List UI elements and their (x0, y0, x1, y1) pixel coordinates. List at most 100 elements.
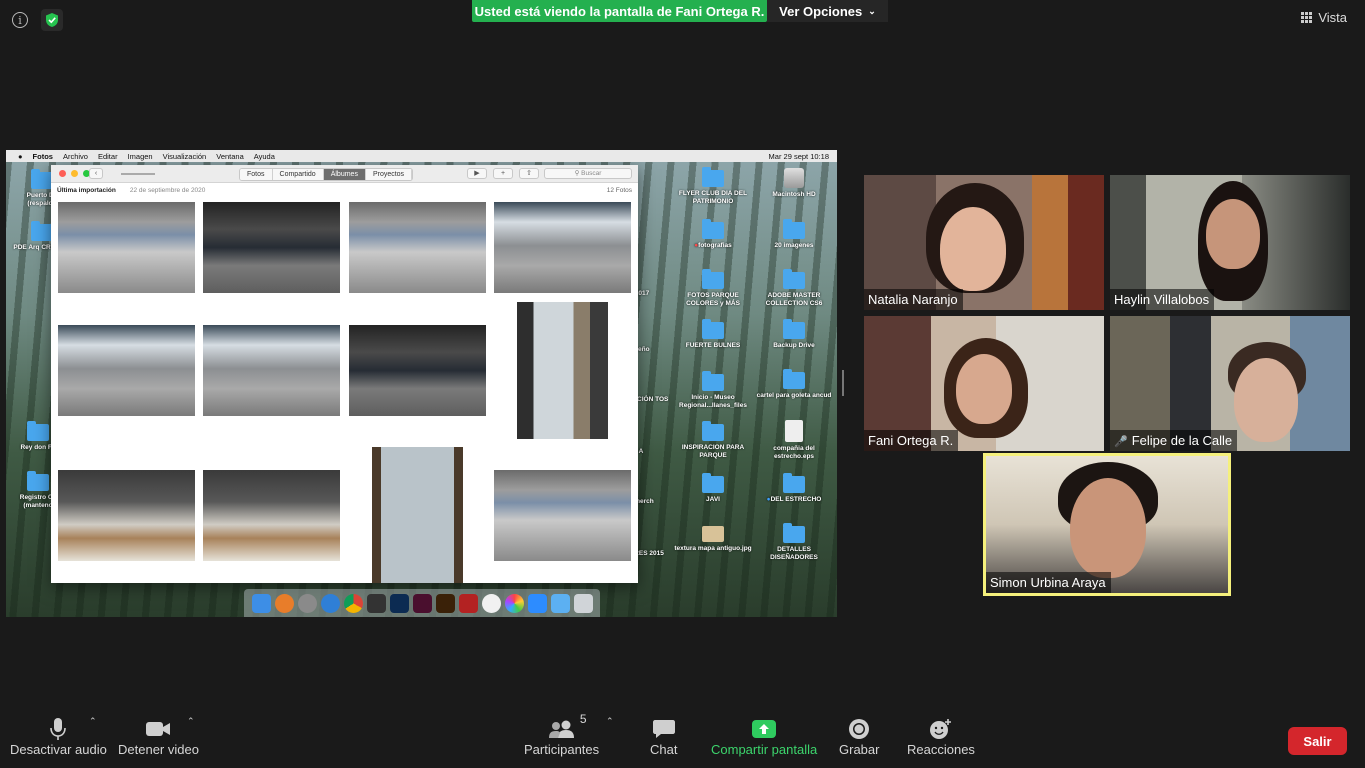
desktop-folder: FUERTE BULNES (673, 319, 753, 350)
participant-name: Simon Urbina Araya (986, 572, 1111, 593)
back-icon[interactable]: ‹ (89, 168, 103, 179)
finder-icon[interactable] (251, 593, 271, 613)
menubar-item: Ventana (216, 151, 244, 161)
photoshop-icon[interactable] (389, 593, 409, 613)
audio-options-caret[interactable]: ⌃ (89, 716, 97, 727)
desktop-folder: cartel para goleta ancud (754, 369, 834, 400)
chrome-icon[interactable] (343, 593, 363, 613)
photo-thumbnail[interactable] (58, 202, 195, 293)
desktop-drive: Macintosh HD (754, 168, 834, 199)
smiley-plus-icon (929, 716, 953, 742)
tab-proyectos[interactable]: Proyectos (365, 169, 413, 180)
view-layout-button[interactable]: Vista (1301, 10, 1347, 25)
leave-meeting-button[interactable]: Salir (1288, 727, 1347, 755)
safari-icon[interactable] (320, 593, 340, 613)
view-options-button[interactable]: Ver Opciones ⌄ (767, 0, 888, 22)
encryption-shield-icon[interactable] (41, 9, 63, 31)
photo-thumbnail[interactable] (517, 302, 608, 439)
photos-search-input[interactable]: ⚲ Buscar (544, 168, 632, 179)
participants-label: Participantes (524, 742, 600, 757)
tab-compartido[interactable]: Compartido (272, 169, 324, 180)
view-options-label: Ver Opciones (779, 3, 863, 19)
video-camera-icon (145, 716, 171, 742)
trash-icon[interactable] (573, 593, 593, 613)
participant-video (1234, 358, 1298, 442)
photo-thumbnail[interactable] (58, 470, 195, 561)
photo-thumbnail[interactable] (203, 202, 340, 293)
photo-thumbnail[interactable] (349, 325, 486, 416)
system-preferences-icon[interactable] (297, 593, 317, 613)
record-button[interactable]: Grabar (839, 716, 879, 757)
tab-albumes[interactable]: Álbumes (323, 169, 366, 180)
participant-name: Fani Ortega R. (864, 430, 959, 451)
photo-thumbnail[interactable] (349, 202, 486, 293)
share-icon[interactable]: ⇧ (519, 168, 539, 179)
photo-thumbnail[interactable] (203, 470, 340, 561)
photo-thumbnail[interactable] (372, 447, 463, 583)
photo-thumbnail[interactable] (494, 202, 631, 293)
meeting-controls: Desactivar audio ⌃ Detener video ⌃ 5 Par… (0, 710, 1365, 768)
desktop-folder: FLYER CLUB DIA DEL PATRIMONIO (673, 167, 753, 206)
illustrator-icon[interactable] (435, 593, 455, 613)
play-icon[interactable]: ▶ (467, 168, 487, 179)
blender-icon[interactable] (274, 593, 294, 613)
desktop-folder: DETALLES DISEÑADORES (754, 523, 834, 562)
section-date: 22 de septiembre de 2020 (129, 186, 206, 194)
view-layout-label: Vista (1318, 10, 1347, 25)
muted-mic-icon: 🎤 (1114, 436, 1128, 448)
menubar-item: Ayuda (253, 151, 275, 161)
photos-app-icon[interactable] (504, 593, 524, 613)
zoom-app-icon[interactable] (527, 593, 547, 613)
menubar-clock: Mar 29 sept 10:18 (768, 151, 829, 161)
indesign-icon[interactable] (412, 593, 432, 613)
desktop-folder: ●DEL ESTRECHO (754, 473, 834, 504)
tab-fotos[interactable]: Fotos (240, 169, 273, 180)
stop-video-label: Detener video (118, 742, 199, 757)
music-icon[interactable] (481, 593, 501, 613)
participant-name: Natalia Naranjo (864, 289, 963, 310)
red-app-icon[interactable] (458, 593, 478, 613)
participant-tile[interactable]: Haylin Villalobos (1110, 175, 1350, 310)
reactions-button[interactable]: Reacciones (907, 716, 975, 757)
menubar-app-name: Fotos (32, 151, 53, 161)
downloads-folder-icon[interactable] (550, 593, 570, 613)
participant-tile[interactable]: 🎤 Felipe de la Calle (1110, 316, 1350, 451)
participant-tile[interactable]: Fani Ortega R. (864, 316, 1104, 451)
shared-screen[interactable]: ● Fotos Archivo Editar Imagen Visualizac… (6, 150, 837, 617)
info-icon[interactable]: i (9, 9, 31, 31)
close-window-icon[interactable] (59, 170, 66, 177)
participant-video (956, 354, 1012, 424)
participant-video (940, 207, 1006, 291)
desktop-folder: Inicio - Museo Regional...llanes_files (673, 371, 753, 410)
record-icon (848, 716, 870, 742)
photo-thumbnail[interactable] (494, 470, 631, 561)
photos-window[interactable]: ‹ Fotos Compartido Álbumes Proyectos ▶ +… (51, 165, 638, 583)
share-screen-button[interactable]: Compartir pantalla (711, 716, 817, 757)
mac-dock (244, 589, 600, 617)
zoom-slider[interactable] (121, 173, 155, 175)
photos-tabs: Fotos Compartido Álbumes Proyectos (239, 168, 414, 181)
add-icon[interactable]: + (493, 168, 513, 179)
participants-options-caret[interactable]: ⌃ (606, 716, 614, 727)
menubar-item: Visualización (162, 151, 207, 161)
participants-button[interactable]: 5 Participantes (524, 712, 600, 757)
participant-video (1070, 478, 1146, 578)
participant-tile[interactable]: Natalia Naranjo (864, 175, 1104, 310)
photo-thumbnail[interactable] (203, 325, 340, 416)
participant-name-text: Felipe de la Calle (1131, 433, 1233, 448)
desktop-folder: ADOBE MASTER COLLECTION CS6 (754, 269, 834, 308)
photo-thumbnail[interactable] (58, 325, 195, 416)
participant-name: 🎤 Felipe de la Calle (1110, 430, 1238, 451)
participant-name: Haylin Villalobos (1110, 289, 1215, 310)
chat-button[interactable]: Chat (650, 716, 677, 757)
terminal-icon[interactable] (366, 593, 386, 613)
split-divider-handle[interactable] (842, 370, 844, 396)
record-label: Grabar (839, 742, 880, 757)
mac-menubar: ● Fotos Archivo Editar Imagen Visualizac… (6, 150, 837, 162)
minimize-window-icon[interactable] (71, 170, 78, 177)
desktop-folder: Backup Drive (754, 319, 834, 350)
menubar-item: Archivo (62, 151, 88, 161)
video-options-caret[interactable]: ⌃ (187, 716, 195, 727)
participant-tile-active-speaker[interactable]: Simon Urbina Araya (983, 453, 1231, 596)
photo-count: 12 Fotos (606, 186, 632, 194)
